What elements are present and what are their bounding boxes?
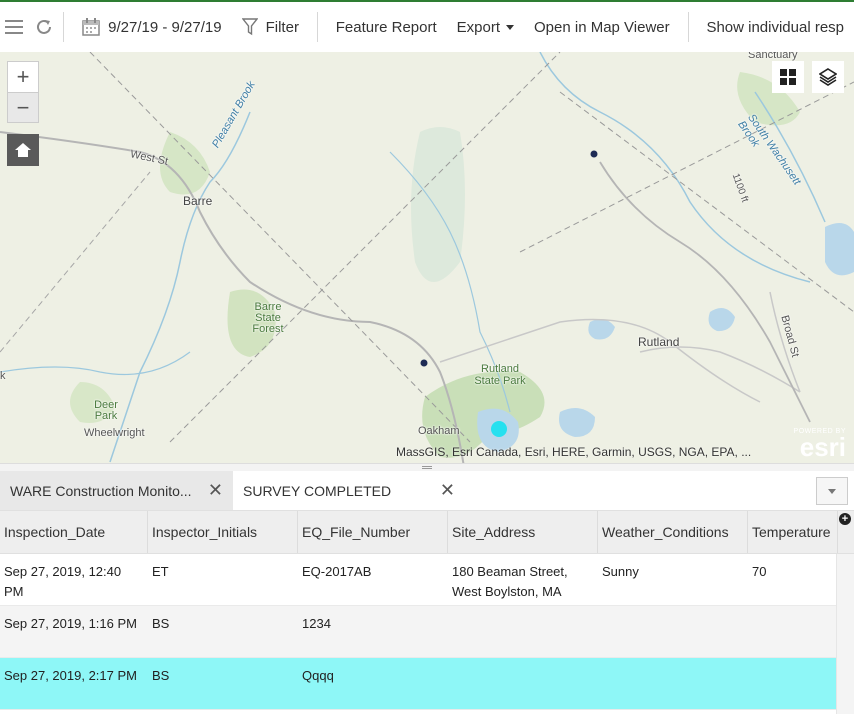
filter-label: Filter [265,18,299,36]
table-tabs: WARE Construction Monito... ✕ SURVEY COM… [0,471,854,511]
table-cell: Sep 27, 2019, 12:40 PM [4,564,122,599]
feature-report-button[interactable]: Feature Report [336,19,437,36]
drag-handle-icon [422,466,432,469]
map-label: Deer Park [94,399,118,422]
export-label: Export [456,18,500,36]
toolbar-divider [63,12,65,42]
table-cell: 180 Beaman Street, West Boylston, MA [452,564,568,599]
table-cell: Sunny [602,564,639,579]
caret-down-icon [506,24,514,30]
table-cell [748,658,838,709]
table-cell: Sep 27, 2019, 2:17 PM [4,668,137,683]
table-cell [598,658,748,709]
map-label: Rutland State Park [474,363,526,387]
map-view[interactable]: Sanctuary Pleasant Brook West St Barre S… [0,52,854,463]
panel-splitter[interactable] [0,463,854,471]
layer-list-button[interactable] [812,61,844,93]
hamburger-menu-icon[interactable] [2,12,26,42]
table-cell: 70 [752,564,767,579]
table-cell: Sep 27, 2019, 1:16 PM [4,616,137,631]
column-header[interactable]: Temperature [748,511,838,553]
esri-logo[interactable]: POWERED BY esri [794,428,846,462]
table-header: Inspection_Date Inspector_Initials EQ_Fi… [0,511,854,554]
close-icon[interactable]: ✕ [208,480,223,501]
map-attribution[interactable]: MassGIS, Esri Canada, Esri, HERE, Garmin… [396,445,751,459]
table-cell: Qqqq [302,668,334,683]
map-label: Oakham [418,425,460,437]
tab-label: WARE Construction Monito... [10,482,192,499]
map-label: Barre State Forest [252,301,284,335]
toolbar-divider [687,12,689,42]
tab-survey-completed[interactable]: SURVEY COMPLETED ✕ [233,471,465,510]
show-individual-responses-button[interactable]: Show individual resp [706,19,844,36]
feature-point[interactable] [590,150,598,158]
selected-feature-point[interactable] [491,421,507,437]
esri-name: esri [799,432,846,462]
column-header[interactable]: Site_Address [448,511,598,553]
column-header[interactable]: Inspection_Date [0,511,148,553]
map-label: Wheelwright [84,427,145,439]
tab-label: SURVEY COMPLETED [243,482,392,499]
date-range-button[interactable]: 9/27/19 - 9/27/19 [82,18,222,36]
filter-icon [241,18,258,36]
table-cell: EQ-2017AB [302,564,372,579]
toolbar-divider [316,12,318,42]
table-row[interactable]: Sep 27, 2019, 1:16 PM BS 1234 [0,606,854,658]
table-row[interactable]: Sep 27, 2019, 12:40 PM ET EQ-2017AB 180 … [0,554,854,606]
table-cell [448,606,598,657]
caret-down-icon [828,488,836,494]
map-label: Sanctuary [748,52,798,61]
zoom-in-button[interactable]: + [8,62,38,92]
map-label: Barre [183,194,213,208]
map-label: k [0,370,6,382]
tab-ware-construction[interactable]: WARE Construction Monito... ✕ [0,471,233,510]
zoom-out-button[interactable]: − [8,92,38,122]
column-header[interactable]: Weather_Conditions [598,511,748,553]
toolbar: 9/27/19 - 9/27/19 Filter Feature Report … [0,0,854,52]
layers-icon [819,68,837,86]
column-header[interactable]: Inspector_Initials [148,511,298,553]
table-cell [448,658,598,709]
table-cell [598,606,748,657]
basemap-gallery-button[interactable] [772,61,804,93]
filter-button[interactable]: Filter [241,18,299,36]
open-map-viewer-button[interactable]: Open in Map Viewer [534,19,670,36]
add-column-icon[interactable]: + [839,513,851,525]
table-cell: BS [152,668,170,683]
table-cell: ET [152,564,169,579]
table-options-dropdown[interactable] [816,477,848,505]
open-map-viewer-label: Open in Map Viewer [534,18,670,36]
refresh-icon[interactable] [32,12,56,42]
export-dropdown[interactable]: Export [457,19,514,36]
zoom-control: + − [7,61,39,123]
attribute-table: Inspection_Date Inspector_Initials EQ_Fi… [0,511,854,714]
feature-point[interactable] [420,359,428,367]
close-icon[interactable]: ✕ [440,480,455,501]
feature-report-label: Feature Report [335,18,437,36]
table-row-selected[interactable]: Sep 27, 2019, 2:17 PM BS Qqqq [0,658,854,710]
show-individual-label: Show individual resp [706,18,845,36]
table-cell: 1234 [302,616,331,631]
home-icon [15,143,31,157]
basemap [0,52,854,463]
vertical-scrollbar[interactable] [836,554,854,714]
table-cell [748,606,838,657]
table-cell: BS [152,616,170,631]
home-button[interactable] [7,134,39,166]
grid-icon [780,69,796,85]
calendar-icon [82,18,100,36]
map-label: Rutland [638,335,680,349]
date-range-label: 9/27/19 - 9/27/19 [108,18,222,36]
column-header[interactable]: EQ_File_Number [298,511,448,553]
